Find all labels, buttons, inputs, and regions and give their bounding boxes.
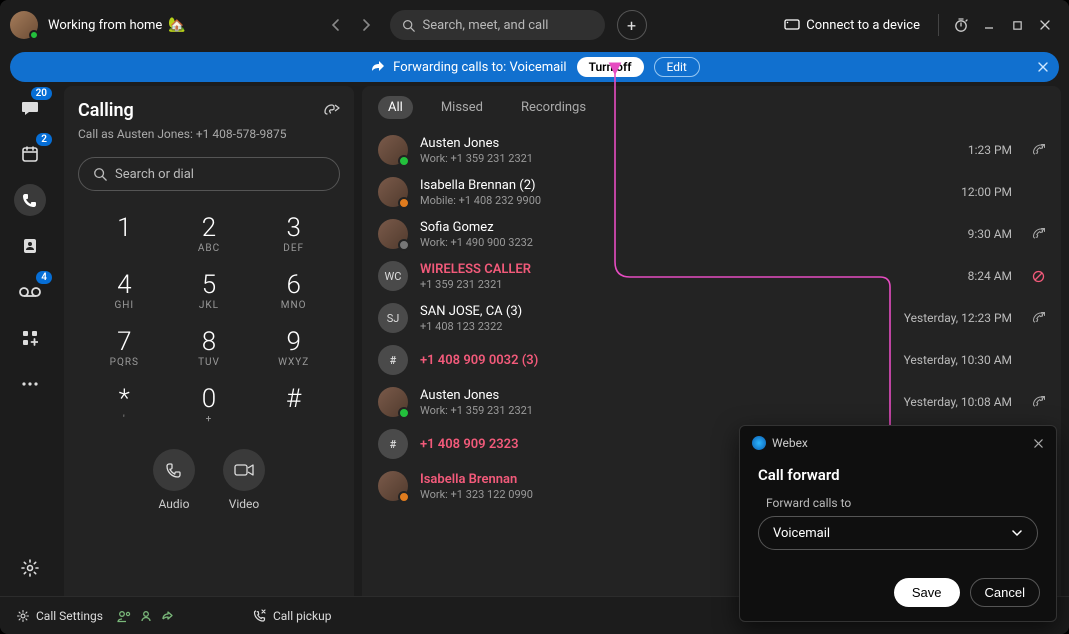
banner-close-button[interactable] — [1037, 61, 1049, 73]
blocked-icon — [1032, 270, 1045, 283]
call-forward-dialog: Webex Call forward Forward calls to Voic… — [739, 425, 1057, 622]
call-pickup-button[interactable]: Call pickup — [253, 609, 332, 623]
search-placeholder: Search, meet, and call — [423, 18, 549, 33]
timer-icon[interactable] — [947, 11, 975, 39]
dialpad-key-9[interactable]: 9WXYZ — [265, 329, 322, 368]
global-search[interactable]: Search, meet, and call — [390, 10, 605, 40]
call-settings-button[interactable]: Call Settings — [16, 609, 103, 623]
chat-nav[interactable]: 20 — [14, 92, 46, 124]
tab-all[interactable]: All — [378, 96, 413, 119]
app-window: Working from home 🏡 Search, meet, and ca… — [0, 0, 1069, 634]
history-row[interactable]: SJSAN JOSE, CA (3)+1 408 123 2322Yesterd… — [362, 297, 1061, 339]
call-pickup-label: Call pickup — [273, 609, 332, 623]
history-row[interactable]: Sofia GomezWork: +1 490 900 32329:30 AM — [362, 213, 1061, 255]
calling-subtitle: Call as Austen Jones: +1 408-578-9875 — [78, 127, 340, 141]
call-settings-label: Call Settings — [36, 609, 103, 623]
history-row[interactable]: #+1 408 909 0032 (3)Yesterday, 10:30 AM — [362, 339, 1061, 381]
nav-back-button[interactable] — [324, 13, 348, 37]
more-nav[interactable] — [14, 368, 46, 400]
dialpad-key-1[interactable]: 1 — [96, 215, 153, 254]
dialpad-key-#[interactable]: # — [265, 386, 322, 425]
history-row[interactable]: WCWIRELESS CALLER+1 359 231 23218:24 AM — [362, 255, 1061, 297]
dial-search-placeholder: Search or dial — [115, 167, 194, 182]
dialpad: 1 2ABC 3DEF 4GHI 5JKL 6MNO 7PQRS 8TUV 9WXYZ *' 0+… — [78, 215, 340, 425]
forward-icon — [369, 60, 385, 74]
nav-forward-button[interactable] — [354, 13, 378, 37]
forward-to-value: Voicemail — [773, 526, 830, 541]
dialpad-key-7[interactable]: 7PQRS — [96, 329, 153, 368]
queue-icon-1[interactable] — [117, 609, 131, 623]
outgoing-icon — [1032, 144, 1045, 157]
queue-icon-3[interactable] — [161, 609, 175, 623]
settings-nav[interactable] — [14, 552, 46, 584]
calling-nav[interactable] — [14, 184, 46, 216]
dial-search-input[interactable]: Search or dial — [78, 157, 340, 191]
dialpad-key-*[interactable]: *' — [96, 386, 153, 425]
dialpad-key-3[interactable]: 3DEF — [265, 215, 322, 254]
forward-to-select[interactable]: Voicemail — [758, 516, 1038, 550]
dialpad-key-2[interactable]: 2ABC — [181, 215, 238, 254]
dialpad-key-0[interactable]: 0+ — [181, 386, 238, 425]
dialog-title: Call forward — [758, 466, 1038, 484]
tab-missed[interactable]: Missed — [431, 96, 493, 119]
voicemail-badge: 4 — [36, 271, 52, 284]
presence-text: Working from home — [48, 18, 162, 33]
divider — [938, 14, 939, 36]
save-button[interactable]: Save — [894, 578, 960, 607]
dialpad-key-4[interactable]: 4GHI — [96, 272, 153, 311]
footer-status-icons — [117, 609, 175, 623]
forward-to-label: Forward calls to — [758, 496, 1038, 510]
webex-logo-icon — [752, 436, 766, 450]
minimize-button[interactable] — [975, 11, 1003, 39]
queue-icon-2[interactable] — [139, 609, 153, 623]
search-icon — [402, 19, 415, 32]
nav-arrows — [324, 13, 378, 37]
chat-badge: 20 — [31, 87, 52, 100]
edit-button[interactable]: Edit — [654, 57, 700, 77]
banner-text: Forwarding calls to: Voicemail — [393, 60, 566, 75]
audio-call-button[interactable]: Audio — [153, 449, 195, 511]
presence-status[interactable]: Working from home 🏡 — [48, 17, 186, 33]
calendar-nav[interactable]: 2 — [14, 138, 46, 170]
dialog-brand: Webex — [772, 436, 808, 450]
dialpad-key-6[interactable]: 6MNO — [265, 272, 322, 311]
topbar: Working from home 🏡 Search, meet, and ca… — [0, 0, 1069, 50]
dialpad-key-5[interactable]: 5JKL — [181, 272, 238, 311]
video-call-button[interactable]: Video — [223, 449, 265, 511]
audio-label: Audio — [159, 497, 190, 511]
contacts-nav[interactable] — [14, 230, 46, 262]
history-tabs: All Missed Recordings — [362, 96, 1061, 129]
calling-panel: Calling Call as Austen Jones: +1 408-578… — [64, 86, 354, 626]
video-label: Video — [229, 497, 260, 511]
turn-off-button[interactable]: Turn off — [577, 57, 644, 77]
search-icon — [93, 167, 107, 181]
calling-title: Calling — [78, 100, 134, 121]
new-action-button[interactable]: + — [617, 10, 647, 40]
calendar-badge: 2 — [36, 133, 52, 146]
apps-nav[interactable] — [14, 322, 46, 354]
dialog-close-button[interactable] — [1033, 438, 1044, 449]
tab-recordings[interactable]: Recordings — [511, 96, 596, 119]
outgoing-icon — [1032, 396, 1045, 409]
history-row[interactable]: Austen JonesWork: +1 359 231 23211:23 PM — [362, 129, 1061, 171]
outgoing-icon — [1032, 228, 1045, 241]
user-avatar[interactable] — [10, 11, 38, 39]
history-row[interactable]: Austen JonesWork: +1 359 231 2321Yesterd… — [362, 381, 1061, 423]
chevron-down-icon — [1011, 529, 1023, 537]
history-row[interactable]: Isabella Brennan (2)Mobile: +1 408 232 9… — [362, 171, 1061, 213]
forwarding-banner: Forwarding calls to: Voicemail Turn off … — [10, 52, 1059, 82]
nav-rail: 20 2 4 — [0, 86, 60, 634]
call-forward-icon[interactable] — [324, 103, 340, 119]
connect-device-label: Connect to a device — [806, 18, 920, 33]
cancel-button[interactable]: Cancel — [970, 578, 1040, 607]
device-icon — [784, 19, 800, 31]
close-button[interactable] — [1031, 11, 1059, 39]
outgoing-icon — [1032, 312, 1045, 325]
maximize-button[interactable] — [1003, 11, 1031, 39]
connect-device-button[interactable]: Connect to a device — [784, 18, 920, 33]
presence-dot — [29, 30, 39, 40]
dialpad-key-8[interactable]: 8TUV — [181, 329, 238, 368]
voicemail-nav[interactable]: 4 — [14, 276, 46, 308]
house-icon: 🏡 — [168, 17, 185, 33]
